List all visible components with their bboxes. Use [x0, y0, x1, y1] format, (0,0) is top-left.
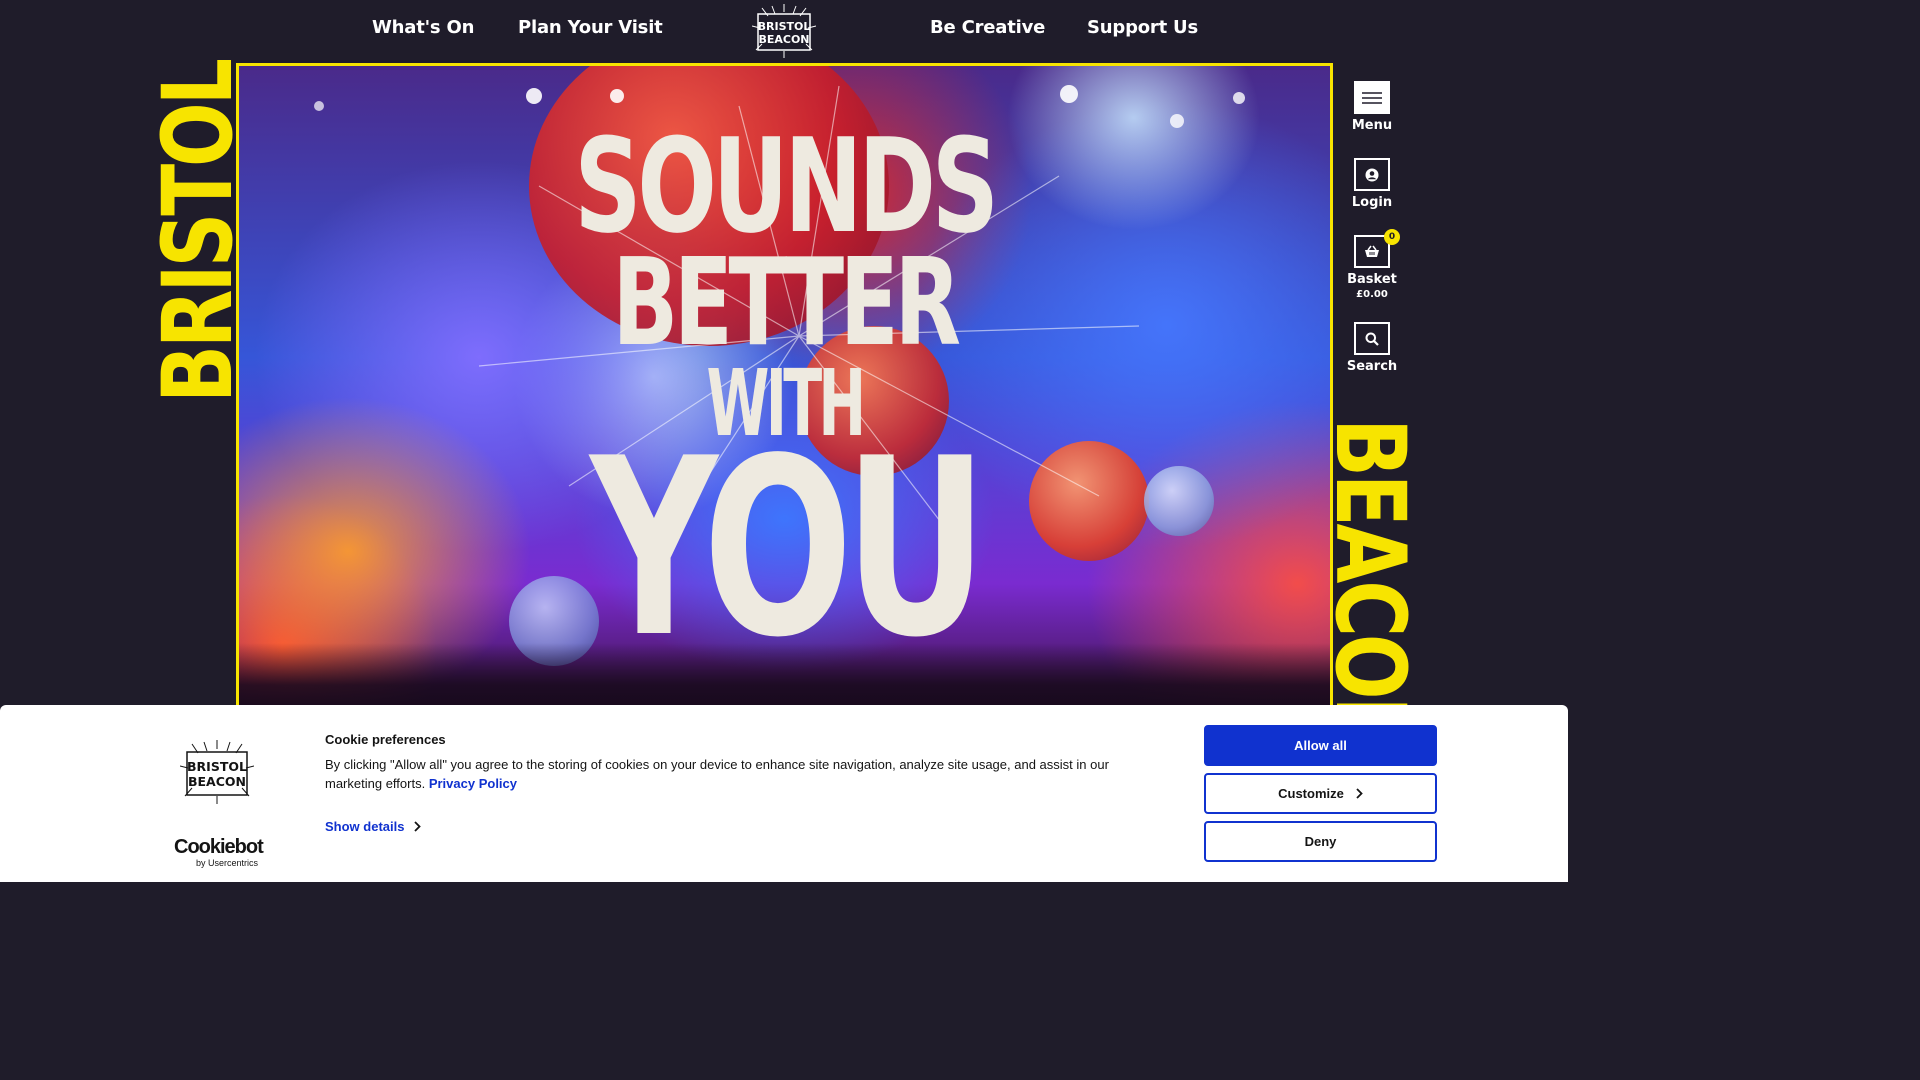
- search-icon: [1354, 322, 1390, 355]
- nav-support-us[interactable]: Support Us: [1087, 17, 1198, 38]
- cookie-consent-banner: BRISTOL BEACON Cookiebot by Usercentrics…: [0, 705, 1568, 882]
- nav-whats-on[interactable]: What's On: [372, 17, 474, 38]
- bristol-beacon-logo[interactable]: BRISTOL BEACON: [752, 4, 816, 58]
- basket-icon: 0: [1354, 229, 1400, 268]
- logo-text-line2: BEACON: [758, 33, 809, 46]
- top-navigation: What's On Plan Your Visit BRISTOL BEACON…: [0, 0, 1568, 62]
- search-label: Search: [1346, 359, 1398, 374]
- user-icon: [1354, 158, 1390, 191]
- bristol-beacon-logo: BRISTOL BEACON: [180, 740, 254, 804]
- cookie-title: Cookie preferences: [325, 732, 446, 747]
- logo-text-line1: BRISTOL: [758, 20, 811, 33]
- cookiebot-logo[interactable]: Cookiebot by Usercentrics: [174, 837, 264, 868]
- menu-icon: [1354, 81, 1390, 114]
- chevron-right-icon: [1356, 788, 1363, 799]
- nav-be-creative[interactable]: Be Creative: [930, 17, 1045, 38]
- cookiebot-brand-sub: by Usercentrics: [196, 858, 259, 868]
- privacy-policy-link[interactable]: Privacy Policy: [429, 776, 517, 791]
- hero-banner[interactable]: SOUNDS BETTER WITH YOU: [236, 63, 1333, 713]
- basket-count-badge: 0: [1384, 229, 1400, 245]
- customize-label: Customize: [1278, 786, 1344, 801]
- hero-headline-line2: BETTER: [612, 234, 961, 373]
- hero-headline-line4: YOU: [590, 406, 987, 691]
- hero-headline-line1: SOUNDS: [574, 110, 999, 262]
- login-button[interactable]: Login: [1337, 158, 1407, 210]
- show-details-link[interactable]: Show details: [325, 819, 422, 834]
- cookie-logo-line1: BRISTOL: [187, 759, 247, 774]
- menu-label: Menu: [1351, 118, 1393, 133]
- side-word-beacon: BEACON: [1331, 418, 1413, 716]
- menu-button[interactable]: Menu: [1337, 81, 1407, 133]
- basket-label: Basket: [1347, 272, 1397, 287]
- search-button[interactable]: Search: [1337, 322, 1407, 374]
- cookiebot-brand: Cookiebot: [174, 836, 264, 858]
- chevron-right-icon: [414, 821, 422, 832]
- deny-button[interactable]: Deny: [1204, 821, 1437, 862]
- login-label: Login: [1351, 195, 1393, 210]
- nav-plan-your-visit[interactable]: Plan Your Visit: [518, 17, 663, 38]
- cookie-description: By clicking "Allow all" you agree to the…: [325, 755, 1145, 793]
- basket-total: £0.00: [1356, 289, 1388, 300]
- side-word-bristol-text: BRISTOL: [155, 60, 237, 403]
- basket-button[interactable]: 0 Basket £0.00: [1337, 229, 1407, 300]
- customize-button[interactable]: Customize: [1204, 773, 1437, 814]
- show-details-label: Show details: [325, 819, 405, 834]
- allow-all-button[interactable]: Allow all: [1204, 725, 1437, 766]
- side-word-beacon-text: BEACON: [1331, 418, 1413, 716]
- cookie-logo-line2: BEACON: [188, 774, 246, 789]
- side-word-bristol: BRISTOL: [155, 60, 237, 403]
